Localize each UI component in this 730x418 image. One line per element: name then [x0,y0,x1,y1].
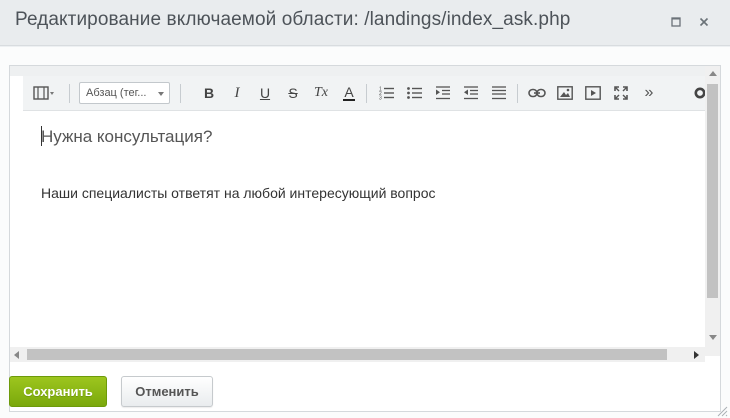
horizontal-scroll-thumb[interactable] [27,349,667,360]
bold-icon[interactable]: B [197,81,221,105]
toolbar-separator [180,84,181,103]
remove-format-icon[interactable]: Tx [309,81,333,105]
style-select-value: Абзац (тег... [86,87,147,99]
strikethrough-icon[interactable]: S [281,81,305,105]
html-editor: Абзац (тег... B I U S Tx A 1 2 3 » Нужна… [9,65,721,412]
remove-format-glyph: Tx [314,85,328,100]
dialog-titlebar[interactable]: Редактирование включаемой области: /land… [0,0,730,46]
view-mode-icon[interactable] [29,81,59,105]
text-color-icon[interactable]: A [337,81,361,105]
scroll-left-icon[interactable] [14,351,19,359]
paragraph-style-select[interactable]: Абзац (тег... [79,82,170,104]
strikethrough-glyph: S [288,85,298,101]
toolbar-separator [366,84,367,103]
more-icon[interactable]: » [637,81,661,105]
italic-icon[interactable]: I [225,81,249,105]
scroll-up-icon[interactable] [709,71,717,76]
close-icon[interactable] [694,12,714,32]
chevron-down-icon [158,92,164,96]
content-paragraph[interactable]: Наши специалисты ответят на любой интере… [41,185,436,201]
underline-icon[interactable]: U [253,81,277,105]
scroll-right-icon[interactable] [694,351,699,359]
outdent-icon[interactable] [431,81,455,105]
text-color-glyph: A [343,83,355,101]
maximize-icon[interactable] [666,12,686,32]
editor-toolbar: Абзац (тег... B I U S Tx A 1 2 3 » [23,76,705,111]
indent-icon[interactable] [459,81,483,105]
video-icon[interactable] [581,81,605,105]
horizontal-scrollbar[interactable] [10,347,705,362]
save-button[interactable]: Сохранить [9,376,107,407]
italic-glyph: I [234,84,240,101]
svg-text:3: 3 [379,96,382,101]
content-heading[interactable]: Нужна консультация? [41,127,212,147]
link-icon[interactable] [525,81,549,105]
align-icon[interactable] [487,81,511,105]
editor-top-strip [10,66,720,76]
dialog-title: Редактирование включаемой области: /land… [15,9,571,30]
image-icon[interactable] [553,81,577,105]
resize-grip-icon[interactable] [716,404,728,417]
vertical-scrollbar[interactable] [705,66,720,356]
toolbar-separator [517,84,518,103]
dialog-body: Абзац (тег... B I U S Tx A 1 2 3 » Нужна… [0,47,730,418]
settings-icon[interactable] [691,81,705,105]
scroll-down-icon[interactable] [709,335,717,340]
toolbar-separator [69,84,70,103]
fullscreen-icon[interactable] [609,81,633,105]
cancel-button[interactable]: Отменить [121,376,213,407]
more-glyph: » [644,84,654,101]
vertical-scroll-thumb[interactable] [707,84,718,298]
underline-glyph: U [259,85,271,101]
bold-glyph: B [203,85,215,101]
ordered-list-icon[interactable]: 1 2 3 [375,81,399,105]
unordered-list-icon[interactable] [403,81,427,105]
